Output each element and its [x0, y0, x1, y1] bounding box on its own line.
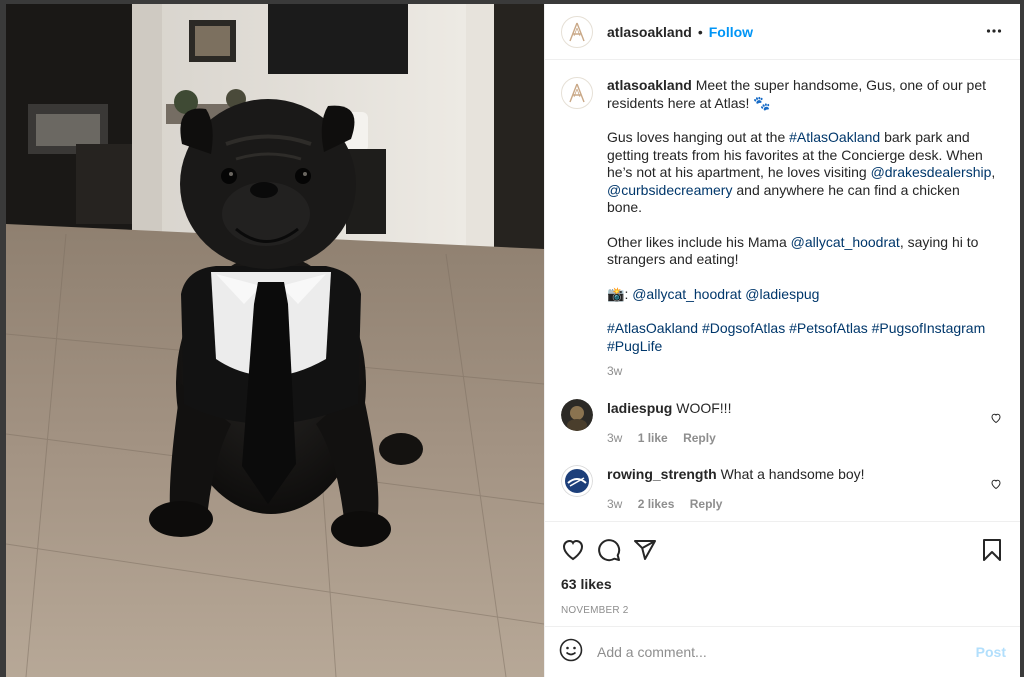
avatar[interactable] — [561, 464, 593, 497]
header-separator: • — [697, 23, 703, 40]
caption-paragraph-2: Gus loves hanging out at the #AtlasOakla… — [607, 129, 997, 217]
comment-icon[interactable] — [597, 538, 621, 567]
more-horizontal-icon[interactable] — [986, 23, 1002, 44]
mention-link[interactable]: @drakesdealership — [871, 164, 992, 180]
comment-time[interactable]: 3w — [607, 431, 622, 445]
post-details-panel: atlasoakland • Follow atlasoakland Meet … — [544, 4, 1020, 677]
action-icons-row — [561, 522, 1004, 574]
mention-link[interactable]: @allycat_hoodrat — [791, 234, 900, 250]
caption-text-run: , — [991, 164, 996, 180]
caption-text: atlasoakland Meet the super handsome, Gu… — [607, 77, 997, 381]
header-username[interactable]: atlasoakland — [607, 24, 692, 40]
comments-scroll-area[interactable]: atlasoakland Meet the super handsome, Gu… — [545, 61, 1020, 520]
hashtag-link[interactable]: #DogsofAtlas — [702, 320, 785, 336]
atlas-logo-avatar[interactable] — [561, 15, 593, 48]
bookmark-icon[interactable] — [980, 538, 1004, 567]
add-comment-bar: Post — [545, 626, 1020, 677]
comment-username[interactable]: ladiespug — [607, 400, 672, 416]
comment-text: What a handsome boy! — [720, 465, 865, 482]
caption-paragraph-4: 📸: @allycat_hoodrat @ladiespug — [607, 286, 997, 304]
comment-input[interactable] — [597, 644, 957, 660]
comment-text: WOOF!!! — [676, 399, 732, 416]
heart-icon[interactable] — [561, 538, 585, 567]
comment-heart-icon[interactable] — [990, 411, 1002, 429]
comment-likes[interactable]: 1 like — [638, 431, 668, 445]
comment-meta: 3w 1 like Reply — [607, 429, 977, 447]
paper-plane-icon[interactable] — [633, 538, 657, 567]
post-modal: atlasoakland • Follow atlasoakland Meet … — [6, 4, 1020, 677]
smiley-icon[interactable] — [559, 638, 583, 667]
comment-item: rowing_strength What a handsome boy! 3w … — [561, 464, 1004, 513]
mention-link[interactable]: @allycat_hoodrat — [632, 286, 741, 302]
hashtag-link[interactable]: #PugLife — [607, 338, 662, 354]
comment-username[interactable]: rowing_strength — [607, 466, 717, 482]
post-date[interactable]: NOVEMBER 2 — [561, 605, 1004, 616]
comment-time[interactable]: 3w — [607, 497, 622, 511]
comment-likes[interactable]: 2 likes — [638, 497, 675, 511]
comment-item: ladiespug WOOF!!! 3w 1 like Reply — [561, 398, 1004, 447]
hashtag-link[interactable]: #AtlasOakland — [607, 320, 698, 336]
pug-photo-illustration — [6, 4, 544, 677]
caption-atlas-avatar[interactable] — [561, 77, 593, 109]
caption-paragraph-3: Other likes include his Mama @allycat_ho… — [607, 234, 997, 269]
atlas-a-logo-icon — [569, 83, 585, 103]
ladiespug-avatar-icon — [561, 398, 593, 431]
caption-hashtags: #AtlasOakland #DogsofAtlas #PetsofAtlas … — [607, 320, 997, 355]
likes-count[interactable]: 63 likes — [561, 576, 1004, 592]
rowing-strength-avatar-icon — [561, 464, 593, 497]
post-caption: atlasoakland Meet the super handsome, Gu… — [561, 77, 1004, 381]
comment-meta: 3w 2 likes Reply — [607, 495, 977, 513]
hashtag-link[interactable]: #PetsofAtlas — [789, 320, 868, 336]
mention-link[interactable]: @ladiespug — [745, 286, 819, 302]
reply-button[interactable]: Reply — [690, 497, 723, 511]
caption-time[interactable]: 3w — [607, 363, 997, 381]
caption-username[interactable]: atlasoakland — [607, 77, 692, 93]
caption-text-run: Other likes include his Mama — [607, 233, 791, 250]
hashtag-link[interactable]: #PugsofInstagram — [872, 320, 986, 336]
hashtag-link[interactable]: #AtlasOakland — [789, 129, 880, 145]
avatar[interactable] — [561, 398, 593, 431]
post-photo[interactable] — [6, 4, 544, 677]
follow-button[interactable]: Follow — [709, 24, 753, 40]
post-comment-button[interactable]: Post — [976, 644, 1006, 660]
comment-body: ladiespug WOOF!!! 3w 1 like Reply — [607, 399, 977, 447]
comment-body: rowing_strength What a handsome boy! 3w … — [607, 465, 977, 513]
atlas-a-logo-icon — [569, 22, 585, 41]
caption-text-run: Gus loves hanging out at the — [607, 129, 790, 145]
mention-link[interactable]: @curbsidecreamery — [607, 182, 732, 198]
post-actions: 63 likes NOVEMBER 2 — [545, 521, 1020, 626]
comment-heart-icon[interactable] — [990, 477, 1002, 495]
post-header: atlasoakland • Follow — [545, 4, 1020, 60]
camera-emoji: 📸 — [607, 285, 625, 302]
reply-button[interactable]: Reply — [683, 431, 716, 445]
